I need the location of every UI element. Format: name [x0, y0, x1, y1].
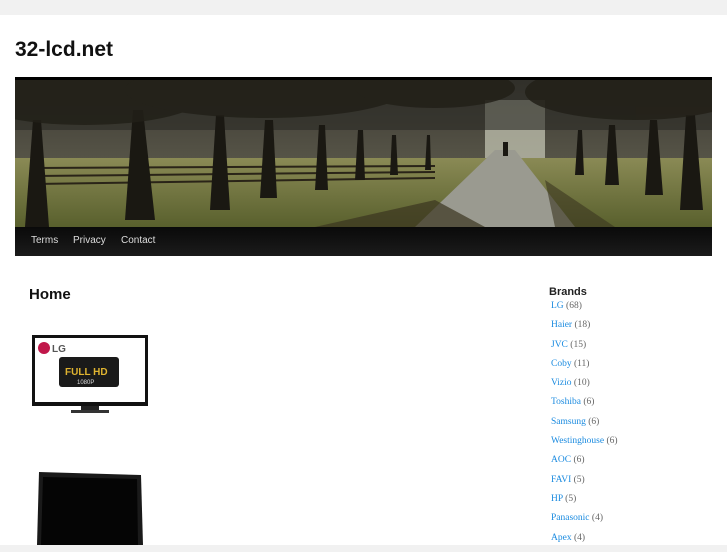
list-item: Westinghouse (6): [551, 436, 618, 455]
list-item: HP (5): [551, 494, 618, 513]
list-item: LG (68): [551, 301, 618, 320]
list-item: FAVI (5): [551, 475, 618, 494]
brand-count: (6): [573, 455, 585, 466]
brand-count: (6): [606, 436, 618, 447]
brand-count: (11): [573, 358, 590, 369]
brand-link[interactable]: Westinghouse: [551, 436, 604, 446]
brand-count: (68): [566, 301, 582, 311]
list-item: Panasonic (4): [551, 513, 618, 532]
brand-link[interactable]: Toshiba: [551, 397, 581, 407]
brand-count: (5): [565, 493, 577, 504]
brand-link[interactable]: Panasonic: [551, 513, 590, 523]
brand-link[interactable]: Apex: [551, 533, 572, 543]
page: 32-lcd.net Terms Privacy Contact Home LG…: [0, 15, 727, 545]
list-item: Haier (18): [551, 320, 618, 339]
brand-link[interactable]: AOC: [551, 455, 571, 465]
brand-link[interactable]: Haier: [551, 320, 572, 330]
brand-count: (4): [591, 513, 603, 524]
brand-link[interactable]: Vizio: [551, 378, 572, 388]
lg-logo-text: LG: [52, 344, 66, 355]
nav-item-contact[interactable]: Contact: [121, 235, 155, 246]
brand-link[interactable]: HP: [551, 494, 563, 504]
header-image: [15, 80, 712, 227]
page-title: Home: [29, 286, 71, 303]
list-item: Apex (4): [551, 533, 618, 552]
brand-link[interactable]: Coby: [551, 359, 572, 369]
list-item: AOC (6): [551, 455, 618, 474]
brand-count: (15): [570, 339, 587, 350]
brand-count: (10): [573, 378, 590, 389]
list-item: Toshiba (6): [551, 397, 618, 416]
sidebar-title: Brands: [549, 286, 587, 298]
brand-count: (6): [583, 397, 595, 408]
list-item: Samsung (6): [551, 417, 618, 436]
fullhd-badge-sub: 1080P: [77, 380, 94, 386]
brand-count: (5): [573, 474, 585, 485]
fullhd-badge-text: FULL HD: [65, 367, 108, 378]
brand-count: (18): [574, 320, 591, 331]
lcd-tv-image[interactable]: [37, 472, 147, 550]
brand-link[interactable]: FAVI: [551, 475, 571, 485]
brand-link[interactable]: LG: [551, 301, 564, 311]
nav-item-privacy[interactable]: Privacy: [73, 235, 106, 246]
brand-link[interactable]: Samsung: [551, 417, 586, 427]
main-nav: Terms Privacy Contact: [15, 227, 712, 256]
list-item: Vizio (10): [551, 378, 618, 397]
brand-link[interactable]: JVC: [551, 340, 568, 350]
nav-item-terms[interactable]: Terms: [31, 235, 58, 246]
lg-fullhd-tv-image[interactable]: LG FULL HD 1080P: [31, 334, 149, 419]
list-item: Coby (11): [551, 359, 618, 378]
brand-count: (6): [588, 416, 600, 427]
brand-count: (4): [573, 532, 586, 543]
list-item: JVC (15): [551, 340, 618, 359]
site-title[interactable]: 32-lcd.net: [15, 38, 113, 62]
brand-list: LG (68) Haier (18) JVC (15) Coby (11) Vi…: [551, 301, 618, 552]
